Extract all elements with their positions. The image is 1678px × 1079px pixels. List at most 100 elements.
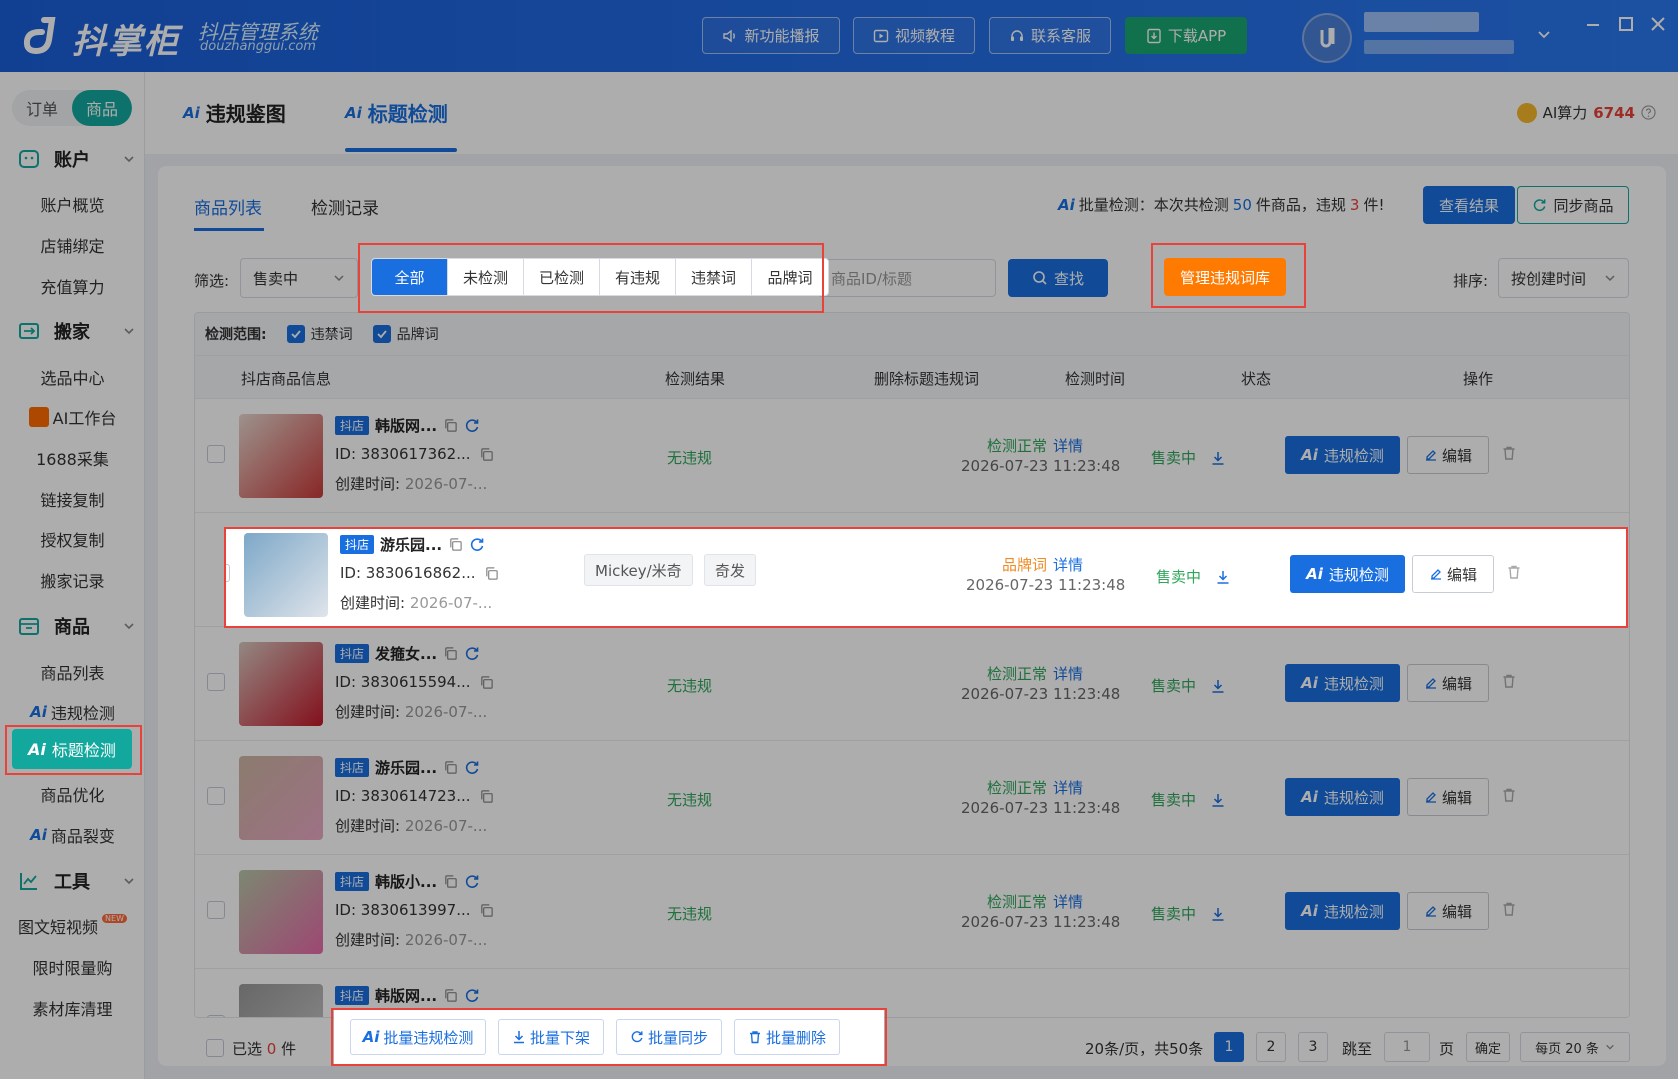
product-thumbnail[interactable]	[244, 533, 328, 617]
sidebar-item-goods-split[interactable]: Ai 商品裂变	[0, 823, 145, 847]
violation-check-button[interactable]: Ai 违规检测	[1285, 778, 1400, 816]
mode-order-tab[interactable]: 订单	[12, 90, 72, 126]
copy-icon[interactable]	[479, 675, 494, 690]
sidebar-item-ai-workbench[interactable]: AI工作台	[0, 405, 145, 429]
row-checkbox[interactable]	[207, 1015, 225, 1017]
refresh-icon[interactable]	[464, 646, 480, 662]
new-features-button[interactable]: 新功能播报	[702, 17, 840, 54]
minimize-icon[interactable]	[1583, 14, 1603, 34]
sidebar-item-auth-copy[interactable]: 授权复制	[0, 527, 145, 551]
sidebar-item-goods-list[interactable]: 商品列表	[0, 660, 145, 684]
trash-icon[interactable]	[1501, 901, 1517, 917]
sidebar-group-account[interactable]: 账户	[18, 146, 136, 172]
row-checkbox[interactable]	[207, 787, 225, 805]
jump-confirm-button[interactable]: 确定	[1466, 1032, 1510, 1062]
scope-brand-checkbox[interactable]: 品牌词	[372, 324, 439, 344]
jump-page-input[interactable]: 1	[1384, 1032, 1430, 1062]
batch-check-button[interactable]: Ai 批量违规检测	[350, 1019, 486, 1055]
product-thumbnail[interactable]	[239, 870, 323, 954]
trash-icon[interactable]	[1501, 445, 1517, 461]
edit-button[interactable]: 编辑	[1407, 664, 1489, 702]
sidebar-item-material-clean[interactable]: 素材库清理	[0, 996, 145, 1020]
refresh-icon[interactable]	[469, 537, 485, 553]
copy-icon[interactable]	[443, 646, 458, 661]
search-button[interactable]: 查找	[1008, 259, 1108, 297]
page-3-button[interactable]: 3	[1298, 1032, 1328, 1062]
refresh-icon[interactable]	[464, 760, 480, 776]
contact-button[interactable]: 联系客服	[989, 17, 1111, 54]
filter-segment[interactable]: 全部	[372, 259, 448, 295]
filter-segment[interactable]: 品牌词	[752, 259, 828, 295]
mode-goods-tab[interactable]: 商品	[72, 90, 132, 126]
chevron-down-icon[interactable]	[1536, 26, 1552, 42]
sidebar-item-flash-sale[interactable]: 限时限量购	[0, 955, 145, 979]
status-select[interactable]: 售卖中	[240, 258, 358, 298]
copy-icon[interactable]	[479, 789, 494, 804]
product-thumbnail[interactable]	[239, 756, 323, 840]
copy-icon[interactable]	[484, 566, 499, 581]
avatar[interactable]	[1302, 13, 1352, 63]
download-icon[interactable]	[1210, 906, 1226, 922]
violation-keyword-tag[interactable]: Mickey/米奇	[584, 554, 693, 586]
download-icon[interactable]	[1215, 569, 1231, 585]
sidebar-item-account-overview[interactable]: 账户概览	[0, 192, 145, 216]
filter-segment[interactable]: 违禁词	[676, 259, 752, 295]
violation-check-button[interactable]: Ai 违规检测	[1290, 555, 1405, 593]
tab-violation-image[interactable]: Ai 违规鉴图	[183, 98, 286, 127]
copy-icon[interactable]	[479, 447, 494, 462]
edit-button[interactable]: 编辑	[1407, 436, 1489, 474]
sidebar-group-move[interactable]: 搬家	[18, 318, 136, 344]
maximize-icon[interactable]	[1616, 14, 1636, 34]
copy-icon[interactable]	[443, 988, 458, 1003]
batch-sync-button[interactable]: 批量同步	[616, 1019, 722, 1055]
sidebar-item-selection[interactable]: 选品中心	[0, 365, 145, 389]
filter-segment[interactable]: 未检测	[448, 259, 524, 295]
search-input[interactable]: 商品ID/标题	[818, 259, 996, 297]
batch-off-button[interactable]: 批量下架	[498, 1019, 604, 1055]
page-2-button[interactable]: 2	[1256, 1032, 1286, 1062]
sidebar-group-goods[interactable]: 商品	[18, 613, 136, 639]
refresh-icon[interactable]	[464, 418, 480, 434]
sidebar-item-1688-collect[interactable]: 1688采集	[0, 446, 145, 470]
download-icon[interactable]	[1210, 792, 1226, 808]
manage-lexicon-button[interactable]: 管理违规词库	[1164, 258, 1286, 296]
edit-button[interactable]: 编辑	[1407, 778, 1489, 816]
copy-icon[interactable]	[479, 903, 494, 918]
trash-icon[interactable]	[1501, 787, 1517, 803]
sync-goods-button[interactable]: 同步商品	[1517, 186, 1629, 224]
filter-segment[interactable]: 有违规	[600, 259, 676, 295]
detail-link[interactable]: 详情	[1053, 663, 1083, 684]
select-all-checkbox[interactable]	[206, 1039, 224, 1057]
violation-check-button[interactable]: Ai 违规检测	[1285, 892, 1400, 930]
detail-link[interactable]: 详情	[1053, 435, 1083, 456]
detail-link[interactable]: 详情	[1053, 891, 1083, 912]
copy-icon[interactable]	[443, 760, 458, 775]
trash-icon[interactable]	[1506, 564, 1522, 580]
product-thumbnail[interactable]	[239, 414, 323, 498]
sidebar-item-store-bind[interactable]: 店铺绑定	[0, 233, 145, 257]
download-icon[interactable]	[1210, 678, 1226, 694]
edit-button[interactable]: 编辑	[1407, 892, 1489, 930]
row-checkbox[interactable]	[207, 901, 225, 919]
tab-title-check[interactable]: Ai 标题检测	[345, 98, 448, 127]
edit-button[interactable]: 编辑	[1412, 555, 1494, 593]
filter-segment[interactable]: 已检测	[524, 259, 600, 295]
sidebar-item-link-copy[interactable]: 链接复制	[0, 487, 145, 511]
trash-icon[interactable]	[1501, 673, 1517, 689]
sidebar-group-tools[interactable]: 工具	[18, 868, 136, 894]
sidebar-item-recharge[interactable]: 充值算力	[0, 274, 145, 298]
video-tutorial-button[interactable]: 视频教程	[853, 17, 975, 54]
sidebar-item-move-record[interactable]: 搬家记录	[0, 568, 145, 592]
subtab-goods-list[interactable]: 商品列表	[194, 194, 262, 219]
subtab-check-record[interactable]: 检测记录	[311, 194, 379, 219]
row-checkbox[interactable]	[226, 564, 230, 582]
sidebar-item-goods-optimize[interactable]: 商品优化	[0, 782, 145, 806]
sidebar-item-violation-check[interactable]: Ai 违规检测	[0, 700, 145, 724]
page-size-select[interactable]: 每页 20 条	[1520, 1032, 1630, 1062]
product-thumbnail[interactable]	[239, 984, 323, 1017]
view-results-button[interactable]: 查看结果	[1423, 186, 1515, 224]
refresh-icon[interactable]	[464, 988, 480, 1004]
row-checkbox[interactable]	[207, 673, 225, 691]
download-app-button[interactable]: 下载APP	[1125, 17, 1247, 54]
violation-check-button[interactable]: Ai 违规检测	[1285, 664, 1400, 702]
